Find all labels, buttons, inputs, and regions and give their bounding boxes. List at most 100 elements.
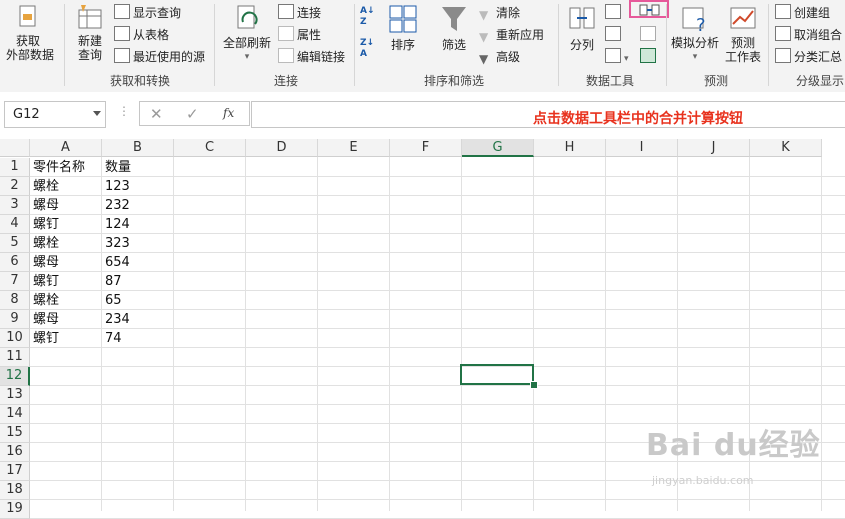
cell-b1[interactable]: 数量 — [102, 158, 174, 177]
properties-button[interactable]: 属性 — [278, 26, 321, 43]
row-header-4[interactable]: 4 — [0, 215, 30, 234]
row-header-17[interactable]: 17 — [0, 462, 30, 481]
reapply-button[interactable]: ▼ 重新应用 — [479, 26, 544, 44]
cell-b5[interactable]: 323 — [102, 234, 174, 253]
cell-b2[interactable]: 123 — [102, 177, 174, 196]
row-header-13[interactable]: 13 — [0, 386, 30, 405]
text-to-columns-button[interactable]: 分列 — [566, 4, 598, 52]
enter-icon[interactable]: ✓ — [186, 105, 199, 123]
row-header-9[interactable]: 9 — [0, 310, 30, 329]
row-header-14[interactable]: 14 — [0, 405, 30, 424]
column-header-k[interactable]: K — [750, 139, 822, 157]
forecast-label-1: 预测 — [730, 36, 755, 50]
dropdown-arrow-icon: ▾ — [244, 52, 250, 62]
flash-fill-button[interactable] — [605, 4, 624, 20]
column-header-c[interactable]: C — [174, 139, 246, 157]
cell-a1[interactable]: 零件名称 — [30, 158, 102, 177]
clear-button[interactable]: ▼ 清除 — [479, 4, 520, 22]
show-query-button[interactable]: 显示查询 — [114, 4, 181, 21]
cell-a7[interactable]: 螺钉 — [30, 272, 102, 291]
what-if-analysis-button[interactable]: ? 模拟分析 ▾ — [670, 4, 720, 64]
data-validation-button[interactable]: ▾ — [605, 48, 629, 64]
cell-b10[interactable]: 74 — [102, 329, 174, 348]
row-header-10[interactable]: 10 — [0, 329, 30, 348]
cell-a6[interactable]: 螺母 — [30, 253, 102, 272]
row-header-1[interactable]: 1 — [0, 158, 30, 177]
from-table-button[interactable]: 从表格 — [114, 26, 169, 43]
row-header-12[interactable]: 12 — [0, 367, 30, 386]
row-header-16[interactable]: 16 — [0, 443, 30, 462]
row-header-8[interactable]: 8 — [0, 291, 30, 310]
column-header-j[interactable]: J — [678, 139, 750, 157]
more-options-icon[interactable]: ⋮ — [118, 104, 130, 129]
column-header-a[interactable]: A — [30, 139, 102, 157]
subtotal-button[interactable]: 分类汇总 — [775, 48, 842, 65]
column-header-g[interactable]: G — [462, 139, 534, 157]
column-header-b[interactable]: B — [102, 139, 174, 157]
create-group-button[interactable]: 创建组 — [775, 4, 830, 21]
row-header-19[interactable]: 19 — [0, 500, 30, 519]
grid-line — [389, 157, 390, 511]
ungroup-button[interactable]: 取消组合 — [775, 26, 842, 43]
sort-ascending-button[interactable]: A↓ Z — [360, 6, 375, 28]
row-header-6[interactable]: 6 — [0, 253, 30, 272]
sort-label: 排序 — [390, 38, 415, 52]
column-header-h[interactable]: H — [534, 139, 606, 157]
cell-b7[interactable]: 87 — [102, 272, 174, 291]
cell-a8[interactable]: 螺栓 — [30, 291, 102, 310]
cancel-icon[interactable]: ✕ — [150, 105, 163, 123]
cell-b3[interactable]: 232 — [102, 196, 174, 215]
name-box-value: G12 — [13, 107, 40, 122]
cell-a5[interactable]: 螺栓 — [30, 234, 102, 253]
sort-descending-button[interactable]: Z↓ A — [360, 38, 374, 60]
dropdown-arrow-icon: ▾ — [624, 54, 629, 64]
cell-b8[interactable]: 65 — [102, 291, 174, 310]
cell-b9[interactable]: 234 — [102, 310, 174, 329]
row-header-18[interactable]: 18 — [0, 481, 30, 500]
cell-b4[interactable]: 124 — [102, 215, 174, 234]
name-box[interactable]: G12 — [4, 101, 106, 128]
cell-a3[interactable]: 螺母 — [30, 196, 102, 215]
grid-line — [245, 157, 246, 511]
column-header-f[interactable]: F — [390, 139, 462, 157]
cell-a2[interactable]: 螺栓 — [30, 177, 102, 196]
row-header-7[interactable]: 7 — [0, 272, 30, 291]
group-icon — [775, 4, 791, 19]
grid-line — [821, 157, 822, 511]
refresh-all-button[interactable]: 全部刷新 ▾ — [222, 4, 272, 64]
connections-button[interactable]: 连接 — [278, 4, 321, 21]
filter-button[interactable]: 筛选 — [437, 4, 471, 52]
insert-function-icon[interactable]: fx — [223, 106, 234, 120]
column-header-d[interactable]: D — [246, 139, 318, 157]
row-header-3[interactable]: 3 — [0, 196, 30, 215]
row-header-2[interactable]: 2 — [0, 177, 30, 196]
get-external-data-button[interactable]: 获取 外部数据 — [6, 4, 55, 62]
new-query-button[interactable]: 新建 查询 — [70, 4, 110, 62]
group-label-sort-filter: 排序和筛选 — [424, 74, 485, 88]
consolidate-button[interactable] — [629, 0, 669, 18]
row-header-5[interactable]: 5 — [0, 234, 30, 253]
cell-b6[interactable]: 654 — [102, 253, 174, 272]
watermark-url: jingyan.baidu.com — [652, 474, 754, 487]
manage-data-model-button[interactable] — [640, 48, 659, 64]
select-all-corner[interactable] — [0, 139, 30, 157]
recent-sources-button[interactable]: 最近使用的源 — [114, 48, 205, 65]
cell-a10[interactable]: 螺钉 — [30, 329, 102, 348]
forecast-sheet-button[interactable]: 预测 工作表 — [724, 4, 762, 64]
get-data-label-2: 外部数据 — [6, 48, 55, 62]
fill-handle[interactable] — [530, 381, 538, 389]
separator — [64, 4, 65, 86]
advanced-button[interactable]: ▼ 高级 — [479, 48, 520, 66]
chevron-down-icon[interactable] — [93, 111, 101, 116]
column-header-e[interactable]: E — [318, 139, 390, 157]
column-header-i[interactable]: I — [606, 139, 678, 157]
grid-line — [30, 404, 845, 405]
remove-duplicates-button[interactable] — [605, 26, 624, 42]
edit-links-button[interactable]: 编辑链接 — [278, 48, 345, 65]
relationships-button[interactable] — [640, 26, 659, 42]
row-header-11[interactable]: 11 — [0, 348, 30, 367]
cell-a9[interactable]: 螺母 — [30, 310, 102, 329]
sort-button[interactable]: 排序 — [386, 4, 420, 52]
row-header-15[interactable]: 15 — [0, 424, 30, 443]
cell-a4[interactable]: 螺钉 — [30, 215, 102, 234]
